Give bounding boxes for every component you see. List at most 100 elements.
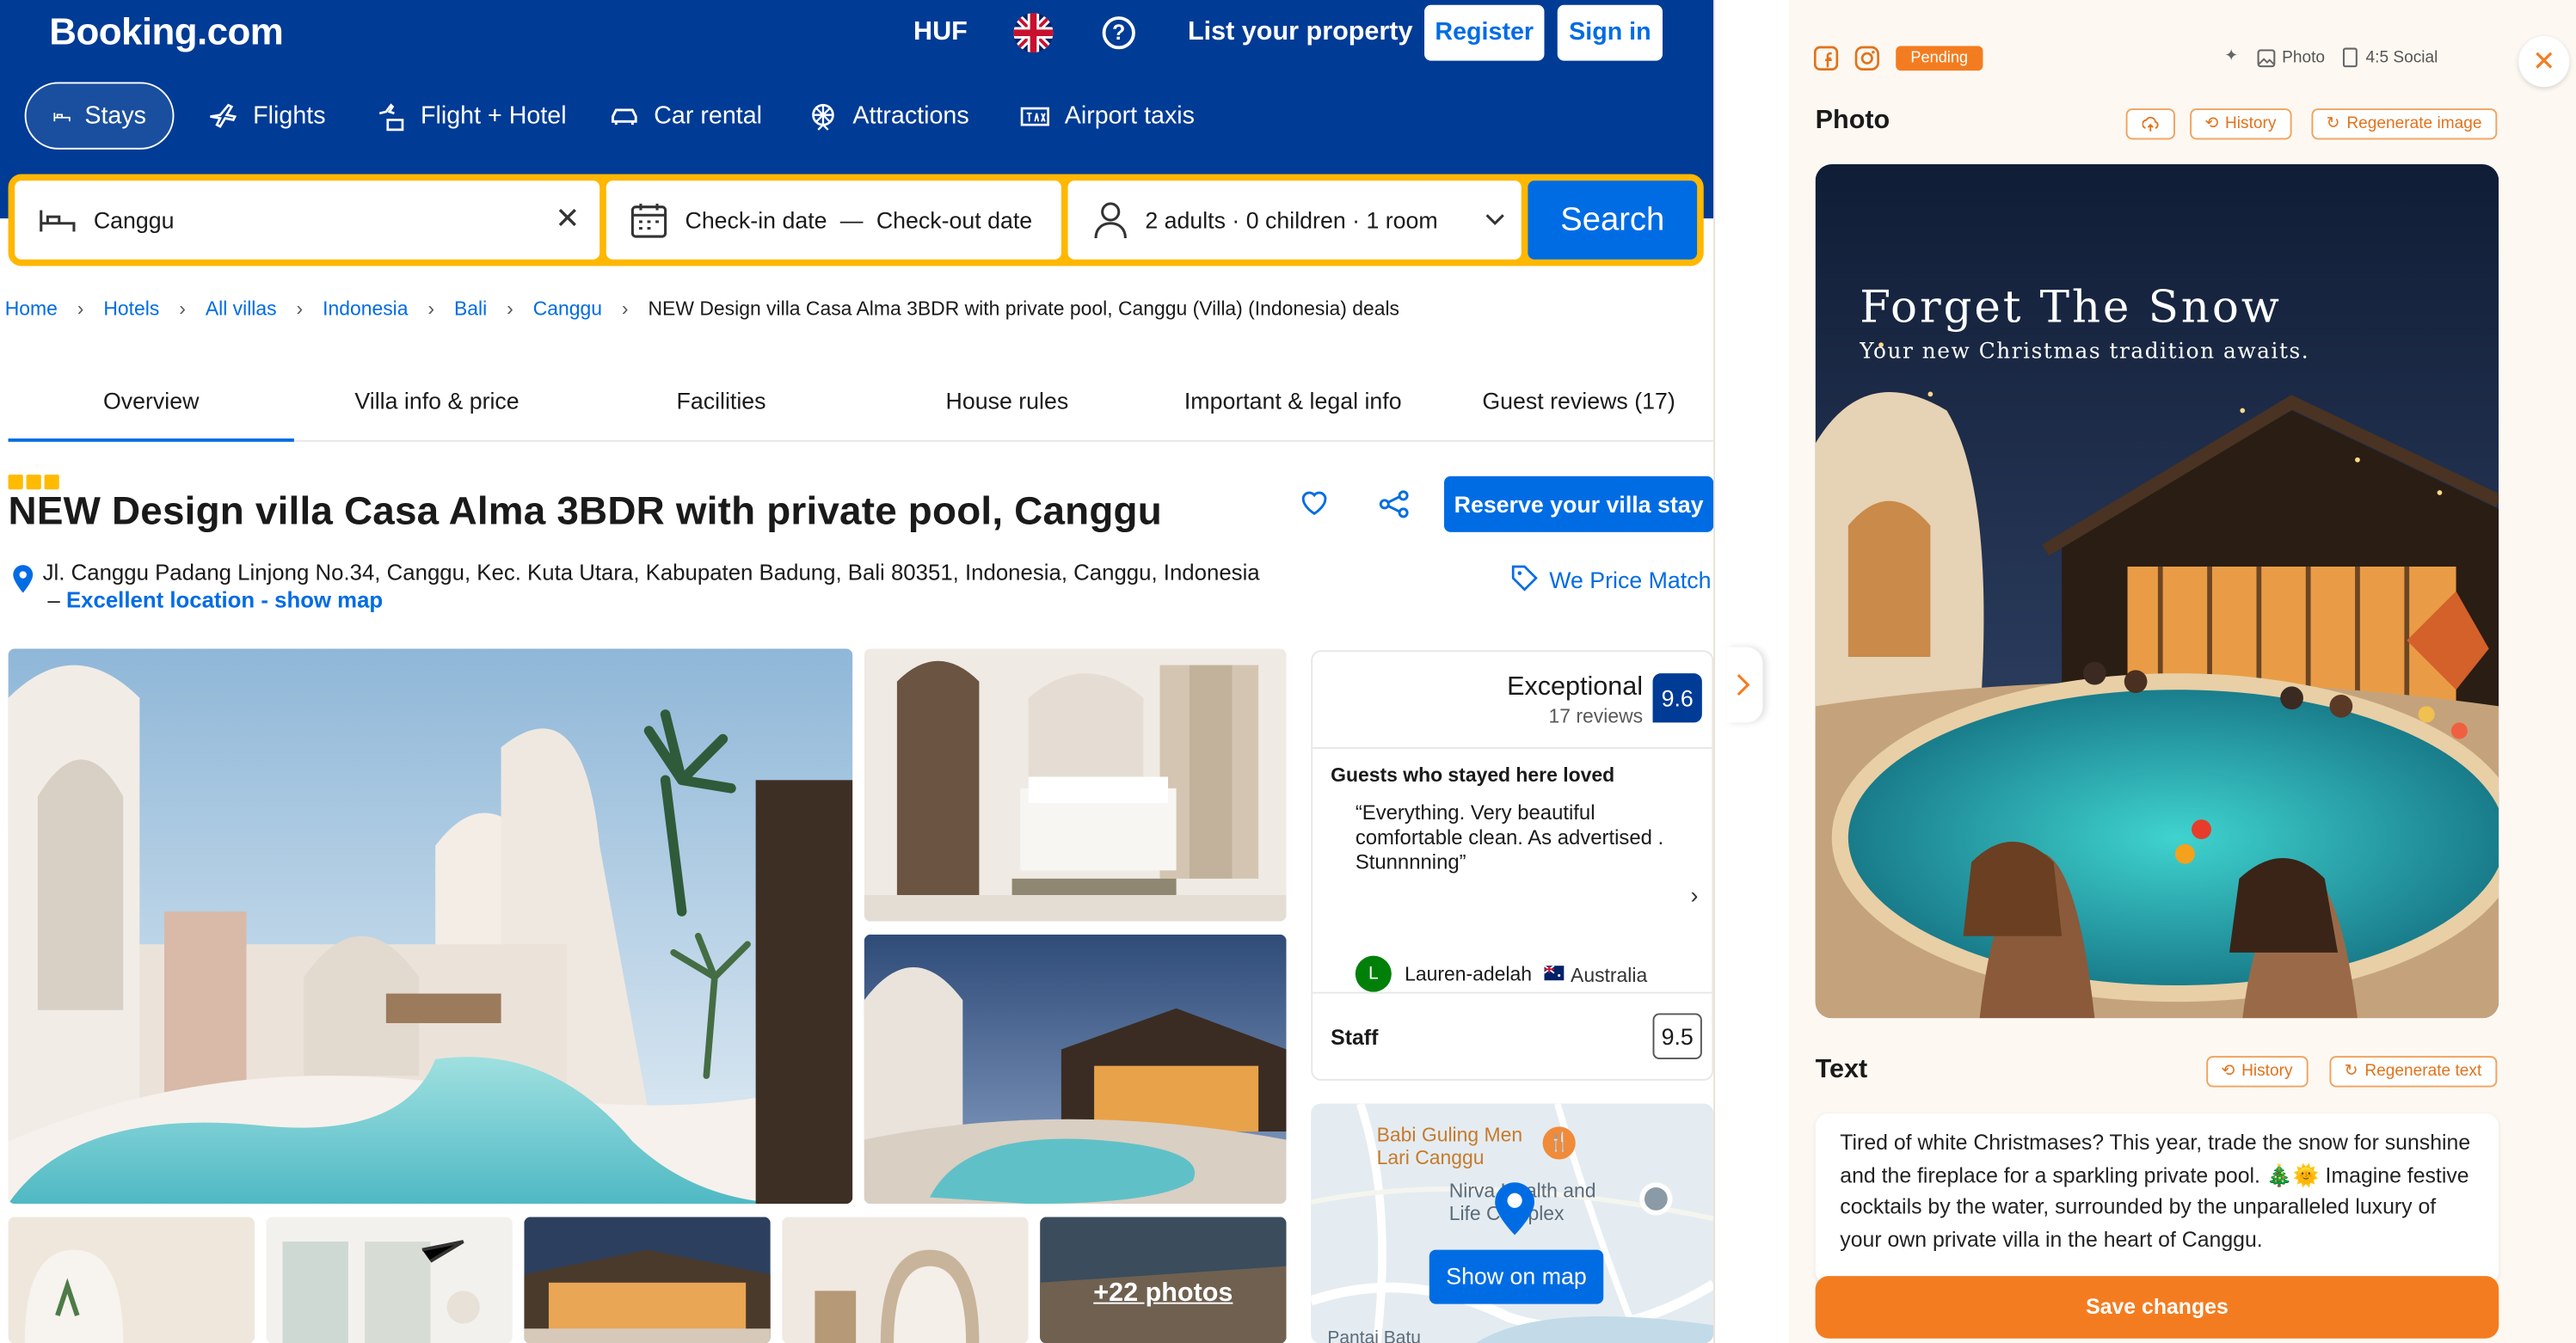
destination-field[interactable]: Canggu ✕ [15,181,600,260]
bedroom-photo[interactable] [864,648,1287,922]
bed-icon [40,210,76,232]
property-address: Jl. Canggu Padang Linjong No.34, Canggu,… [42,560,1260,613]
date-field[interactable]: Check-in date — Check-out date [606,181,1061,260]
close-icon[interactable]: ✕ [2518,36,2570,88]
tab-villa-info[interactable]: Villa info & price [294,370,580,442]
nav-flight-hotel[interactable]: Flight + Hotel [348,83,593,150]
chevron-right-icon[interactable]: › [1690,882,1698,909]
list-property-link[interactable]: List your property [1188,18,1413,47]
nav-label: Airport taxis [1064,101,1196,130]
mode-format-label[interactable]: 4:5 Social [2366,49,2438,67]
nav-airport-taxis[interactable]: Airport taxis [993,83,1221,150]
address-text: Jl. Canggu Padang Linjong No.34, Canggu,… [42,560,1260,585]
heart-icon[interactable] [1300,488,1329,517]
taxi-icon [1020,106,1049,126]
more-photos-tile[interactable]: +22 photos [1040,1217,1287,1343]
tab-legal-info[interactable]: Important & legal info [1150,370,1436,442]
currency-selector[interactable]: HUF [913,18,968,47]
history-icon: ⟲ [2204,114,2219,133]
breadcrumb-villas[interactable]: All villas [206,297,277,321]
text-history-button[interactable]: ⟲ History [2206,1056,2308,1088]
tab-overview[interactable]: Overview [8,370,294,442]
show-map-link[interactable]: Excellent location - show map [66,588,383,613]
nav-car-rental[interactable]: Car rental [581,83,788,150]
map-pin-icon [1495,1182,1535,1236]
thumbnail-photo[interactable] [524,1217,771,1343]
image-headline: Forget The Snow [1860,282,2282,334]
facebook-icon[interactable] [1813,46,1839,71]
breadcrumb-home[interactable]: Home [5,297,58,321]
thumbnail-photo[interactable] [782,1217,1029,1343]
save-changes-button[interactable]: Save changes [1815,1276,2499,1339]
pool-dusk-image [864,934,1287,1205]
tab-facilities[interactable]: Facilities [578,370,864,442]
sign-in-button[interactable]: Sign in [1557,4,1663,61]
price-match-link[interactable]: We Price Match [1549,567,1711,593]
nav-flights[interactable]: Flights [181,83,352,150]
generated-photo[interactable]: Forget The Snow Your new Christmas tradi… [1815,164,2499,1019]
register-button[interactable]: Register [1424,4,1545,61]
thumbnail-photo[interactable] [266,1217,513,1343]
checkout-label: Check-out date [876,206,1033,234]
guests-value: 2 adults · 0 children · 1 room [1145,206,1438,234]
show-on-map-button[interactable]: Show on map [1429,1249,1604,1304]
chevron-down-icon [1485,214,1504,225]
nav-label: Stays [84,101,146,130]
nav-label: Flight + Hotel [420,101,567,130]
chevron-right-icon: › [179,297,186,321]
chevron-right-icon: › [427,297,435,321]
map-preview[interactable]: Babi Guling Men Lari Canggu 🍴 Nirva Healt… [1311,1103,1714,1343]
instagram-icon[interactable] [1854,46,1879,71]
guests-loved-label: Guests who stayed here loved [1331,763,1615,787]
car-icon [612,107,637,125]
photo-history-button[interactable]: ⟲ History [2190,108,2291,140]
collapse-panel-handle[interactable] [1726,647,1763,723]
post-text-editor[interactable]: Tired of white Christmases? This year, t… [1815,1113,2499,1285]
search-bar: Canggu ✕ Check-in date — Check-out date … [8,174,1704,267]
search-button[interactable]: Search [1528,181,1698,260]
tab-house-rules[interactable]: House rules [864,370,1150,442]
thumbnail-photo[interactable] [8,1217,255,1343]
nav-stays[interactable]: Stays [24,82,175,150]
review-summary-card: Exceptional 17 reviews 9.6 Guests who st… [1311,650,1714,1081]
breadcrumb-bali[interactable]: Bali [454,297,487,321]
breadcrumb-hotels[interactable]: Hotels [103,297,159,321]
sparkle-icon[interactable]: ✦ [2224,47,2238,65]
chevron-right-icon: › [77,297,84,321]
chevron-right-icon: › [507,297,513,321]
person-icon [1094,202,1127,239]
booking-logo[interactable]: Booking.com [49,9,284,54]
reviewer-country: Australia [1571,964,1648,987]
tab-guest-reviews[interactable]: Guest reviews (17) [1436,370,1721,442]
uk-flag-icon[interactable] [1013,13,1054,53]
help-icon[interactable]: ? [1102,16,1135,50]
review-count[interactable]: 17 reviews [1549,704,1644,727]
chevron-right-icon: › [296,297,304,321]
nav-label: Flights [253,101,326,130]
text-section-title: Text [1815,1056,1868,1084]
breadcrumb-indonesia[interactable]: Indonesia [323,297,408,321]
more-photos-label[interactable]: +22 photos [1040,1279,1287,1309]
pool-dusk-photo[interactable] [864,934,1287,1205]
regenerate-text-button[interactable]: ↻ Regenerate text [2329,1056,2497,1088]
breadcrumb-canggu[interactable]: Canggu [533,297,602,321]
reserve-button[interactable]: Reserve your villa stay [1443,475,1714,532]
property-tabs: Overview Villa info & price Facilities H… [8,370,1714,442]
mode-photo-label[interactable]: Photo [2282,49,2325,67]
review-score: 9.6 [1652,673,1702,723]
map-poi-label: Pantai Batu [1327,1328,1421,1343]
review-quote: “Everything. Very beautiful comfortable … [1355,801,1664,874]
regenerate-image-button[interactable]: ↻ Regenerate image [2311,108,2497,140]
nav-attractions[interactable]: Attractions [780,83,995,150]
main-photo[interactable] [8,648,853,1205]
upload-icon[interactable] [2125,108,2175,140]
bed-icon [53,112,71,121]
clear-icon[interactable]: ✕ [555,202,580,236]
date-separator: — [839,206,864,234]
thumbnail-image [782,1217,1029,1343]
share-icon[interactable] [1379,489,1410,518]
guests-field[interactable]: 2 adults · 0 children · 1 room [1067,181,1522,260]
nav-label: Car rental [654,101,763,130]
rating-word: Exceptional [1507,673,1644,702]
thumbnail-image [8,1217,255,1343]
